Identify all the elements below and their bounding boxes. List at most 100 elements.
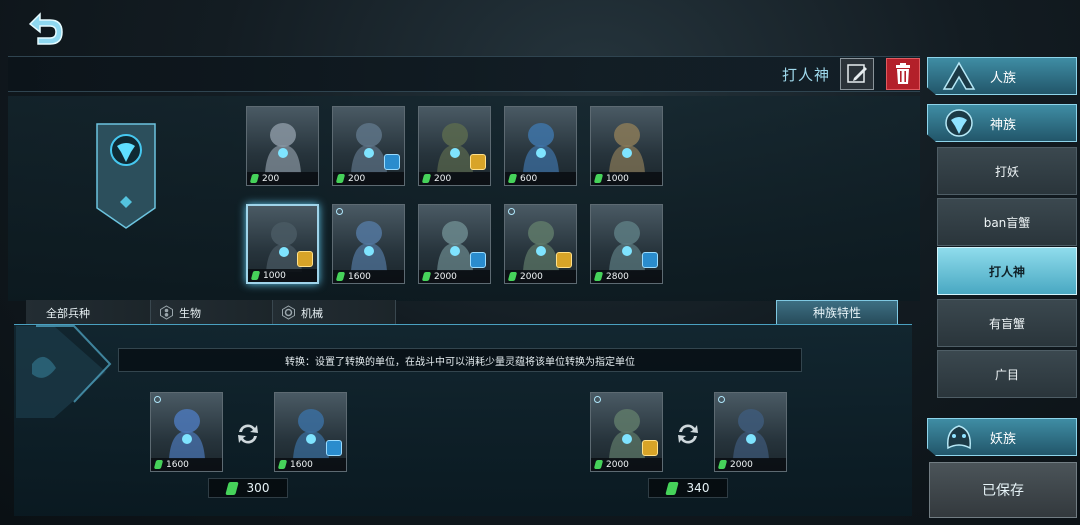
deck-list-item[interactable]: 广目 bbox=[937, 350, 1077, 398]
energy-gem-icon bbox=[717, 460, 728, 469]
race-tab-protoss[interactable]: 神族 bbox=[927, 104, 1077, 142]
race-tab-protoss-label: 神族 bbox=[990, 117, 1017, 133]
edit-icon bbox=[847, 64, 867, 83]
unit-filter-bar: 全部兵种 生物 机械 bbox=[26, 300, 396, 325]
swap-arrows-icon bbox=[238, 424, 258, 444]
unit-card[interactable]: 200 bbox=[246, 106, 319, 186]
race-tab-human-label: 人族 bbox=[990, 70, 1017, 86]
energy-gem-icon bbox=[335, 272, 346, 281]
gold-badge-icon bbox=[556, 252, 572, 268]
conversion-cost: 300 bbox=[208, 478, 288, 498]
deck-list-item[interactable]: 打妖 bbox=[937, 147, 1077, 195]
race-tab-human[interactable]: 人族 bbox=[927, 57, 1077, 95]
deck-name[interactable]: 打人神 bbox=[782, 64, 830, 85]
unit-card[interactable]: 1600 bbox=[332, 204, 405, 284]
deck-list-item[interactable]: ban盲蟹 bbox=[937, 198, 1077, 246]
card-cost-value: 2000 bbox=[520, 271, 543, 282]
race-tab-demon[interactable]: 妖族 bbox=[927, 418, 1077, 456]
unit-card[interactable]: 2000 bbox=[504, 204, 577, 284]
card-cost: 1600 bbox=[151, 458, 222, 471]
convert-to-card[interactable]: 2000 bbox=[714, 392, 787, 472]
convert-to-card[interactable]: 1600 bbox=[274, 392, 347, 472]
back-arrow-icon bbox=[28, 12, 63, 45]
card-cost: 2000 bbox=[419, 270, 490, 283]
deck-list-item[interactable]: 有盲蟹 bbox=[937, 299, 1077, 347]
energy-gem-icon bbox=[507, 272, 518, 281]
delete-button[interactable] bbox=[886, 58, 920, 90]
unit-card[interactable]: 1000 bbox=[590, 106, 663, 186]
card-cost: 200 bbox=[333, 172, 404, 185]
unit-card[interactable]: 2000 bbox=[418, 204, 491, 284]
card-cost-value: 2000 bbox=[606, 459, 629, 470]
gold-badge-icon bbox=[470, 154, 486, 170]
convert-marker-icon bbox=[336, 208, 343, 215]
trash-icon bbox=[896, 63, 910, 84]
convert-marker-icon bbox=[154, 396, 161, 403]
energy-gem-icon bbox=[664, 481, 679, 495]
card-cost-value: 1600 bbox=[166, 459, 189, 470]
card-cost: 1600 bbox=[275, 458, 346, 471]
filter-mech-tab[interactable]: 机械 bbox=[273, 300, 396, 325]
convert-from-card[interactable]: 1600 bbox=[150, 392, 223, 472]
chevron-icon bbox=[16, 325, 112, 418]
card-cost-value: 1600 bbox=[348, 271, 371, 282]
conversion-cost-value: 340 bbox=[686, 481, 710, 495]
bio-icon bbox=[160, 305, 173, 320]
energy-gem-icon bbox=[335, 174, 346, 183]
card-cost-value: 1000 bbox=[606, 173, 629, 184]
unit-portrait-icon bbox=[351, 221, 387, 271]
convert-marker-icon bbox=[594, 396, 601, 403]
convert-marker-icon bbox=[718, 396, 725, 403]
demon-race-icon bbox=[946, 425, 972, 450]
unit-portrait-icon bbox=[733, 409, 769, 459]
unit-portrait-icon bbox=[265, 123, 301, 173]
convert-marker-icon bbox=[508, 208, 515, 215]
gold-badge-icon bbox=[642, 440, 658, 456]
blue-badge-icon bbox=[642, 252, 658, 268]
energy-gem-icon bbox=[593, 174, 604, 183]
rename-button[interactable] bbox=[840, 58, 874, 90]
unit-card[interactable]: 2800 bbox=[590, 204, 663, 284]
swap-arrows-icon bbox=[678, 424, 698, 444]
gold-badge-icon bbox=[297, 251, 313, 267]
race-tab-demon-label: 妖族 bbox=[990, 431, 1017, 447]
card-cost: 1600 bbox=[333, 270, 404, 283]
deck-list-item[interactable]: 打人神 bbox=[937, 247, 1077, 295]
unit-card[interactable]: 200 bbox=[418, 106, 491, 186]
card-cost: 200 bbox=[419, 172, 490, 185]
trait-description: 转换：设置了转换的单位，在战斗中可以消耗少量灵蕴将该单位转换为指定单位 bbox=[118, 348, 802, 372]
unit-portrait-icon bbox=[169, 409, 205, 459]
unit-card[interactable]: 200 bbox=[332, 106, 405, 186]
energy-gem-icon bbox=[421, 174, 432, 183]
energy-gem-icon bbox=[421, 272, 432, 281]
energy-gem-icon bbox=[277, 460, 288, 469]
blue-badge-icon bbox=[470, 252, 486, 268]
saved-button[interactable]: 已保存 bbox=[929, 462, 1077, 518]
energy-gem-icon bbox=[593, 272, 604, 281]
back-button[interactable] bbox=[20, 10, 68, 50]
filter-bio-label: 生物 bbox=[179, 306, 201, 320]
card-cost: 600 bbox=[505, 172, 576, 185]
unit-portrait-icon bbox=[609, 123, 645, 173]
chevron-decoration bbox=[14, 324, 112, 434]
human-race-icon bbox=[942, 61, 976, 90]
filter-all-tab[interactable]: 全部兵种 bbox=[26, 300, 151, 325]
filter-all-label: 全部兵种 bbox=[46, 306, 90, 320]
unit-card[interactable]: 1000 bbox=[246, 204, 319, 284]
filter-bio-tab[interactable]: 生物 bbox=[151, 300, 273, 325]
card-cost: 200 bbox=[247, 172, 318, 185]
card-cost: 2000 bbox=[715, 458, 786, 471]
convert-from-card[interactable]: 2000 bbox=[590, 392, 663, 472]
card-cost-value: 2000 bbox=[730, 459, 753, 470]
conversion-cost: 340 bbox=[648, 478, 728, 498]
unit-portrait-icon bbox=[523, 123, 559, 173]
card-cost-value: 600 bbox=[520, 173, 538, 184]
race-trait-tab[interactable]: 种族特性 bbox=[776, 300, 898, 325]
unit-card[interactable]: 600 bbox=[504, 106, 577, 186]
race-emblem-icon bbox=[96, 123, 156, 229]
card-cost-value: 200 bbox=[262, 173, 280, 184]
energy-gem-icon bbox=[507, 174, 518, 183]
card-cost: 2000 bbox=[591, 458, 662, 471]
energy-gem-icon bbox=[250, 271, 261, 280]
blue-badge-icon bbox=[326, 440, 342, 456]
